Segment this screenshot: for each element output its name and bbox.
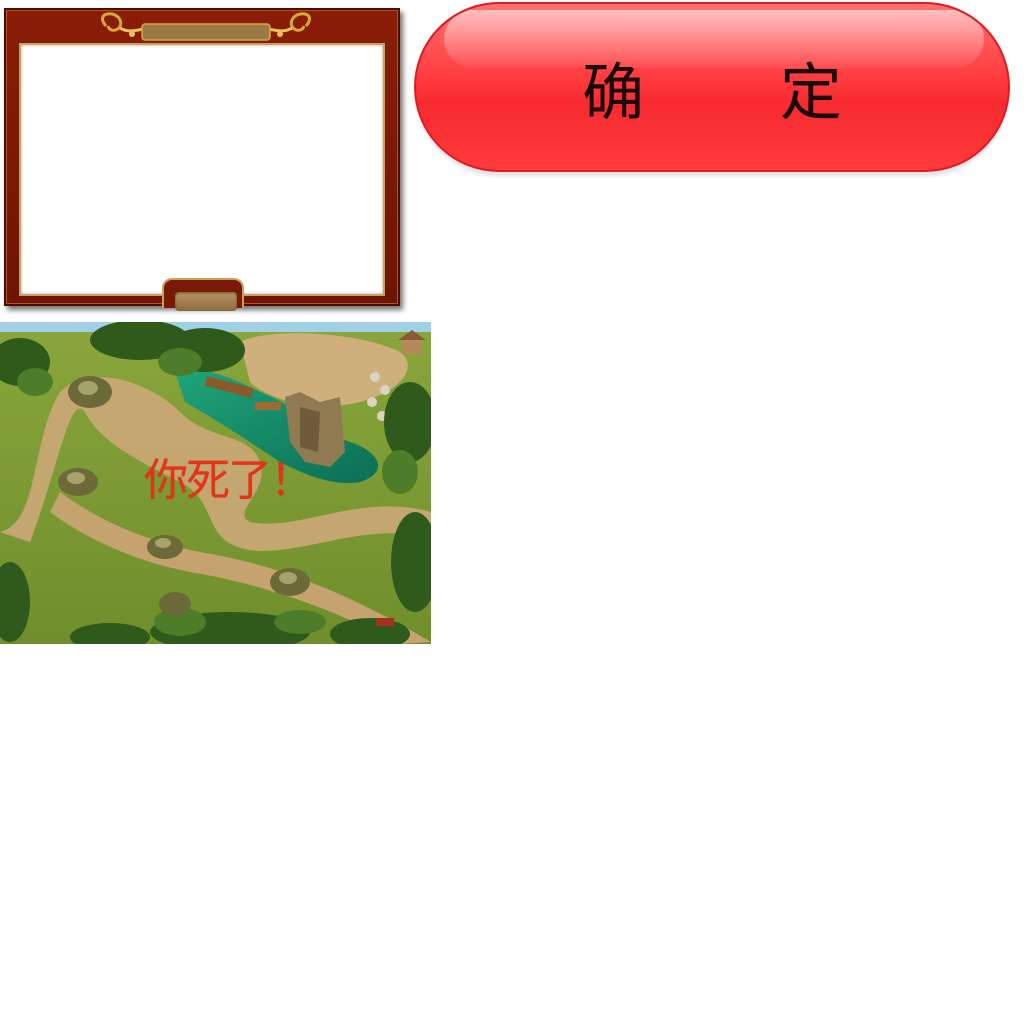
confirm-button[interactable]: 确 定 bbox=[414, 2, 1010, 172]
dialog-frame bbox=[4, 8, 400, 311]
dialog-content-area bbox=[19, 43, 385, 296]
death-message: 你死了！ bbox=[144, 455, 314, 506]
dialog-bottom-plate[interactable] bbox=[175, 292, 237, 311]
confirm-button-label: 确 定 bbox=[582, 56, 900, 129]
ornament-icon bbox=[101, 12, 311, 41]
game-map[interactable]: 你死了！ bbox=[0, 322, 431, 644]
